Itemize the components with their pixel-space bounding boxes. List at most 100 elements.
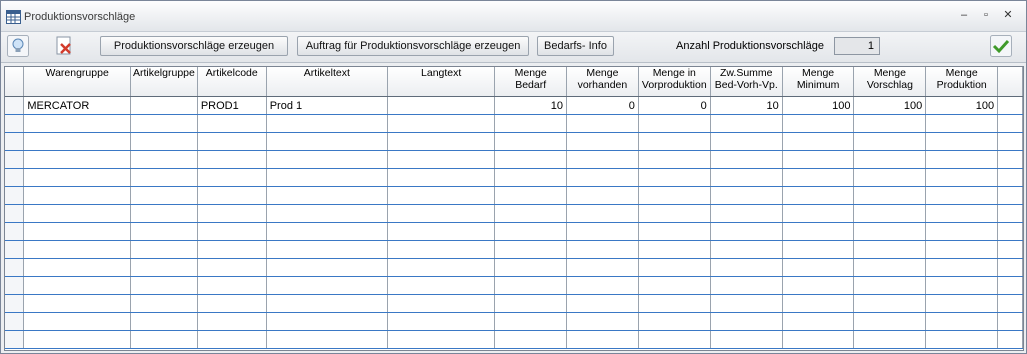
table-cell[interactable] bbox=[494, 240, 567, 259]
table-cell[interactable] bbox=[710, 276, 783, 295]
table-cell[interactable] bbox=[5, 96, 25, 115]
table-cell[interactable] bbox=[997, 204, 1023, 223]
table-row[interactable] bbox=[5, 330, 1023, 349]
table-cell[interactable] bbox=[638, 276, 711, 295]
table-cell[interactable] bbox=[638, 294, 711, 313]
column-header[interactable]: Menge Produktion bbox=[925, 67, 999, 97]
table-cell[interactable] bbox=[197, 168, 267, 187]
column-header[interactable]: Warengruppe bbox=[23, 67, 131, 97]
table-cell[interactable] bbox=[23, 330, 131, 349]
table-cell[interactable] bbox=[638, 150, 711, 169]
lightbulb-icon[interactable] bbox=[7, 35, 29, 57]
table-cell[interactable] bbox=[494, 186, 567, 205]
table-cell[interactable] bbox=[997, 276, 1023, 295]
table-cell[interactable]: 10 bbox=[494, 96, 567, 115]
table-cell[interactable] bbox=[5, 114, 25, 133]
table-cell[interactable] bbox=[494, 294, 567, 313]
table-cell[interactable] bbox=[23, 258, 131, 277]
table-cell[interactable] bbox=[997, 114, 1023, 133]
table-row[interactable] bbox=[5, 168, 1023, 187]
table-cell[interactable] bbox=[782, 312, 855, 331]
table-cell[interactable] bbox=[494, 258, 567, 277]
table-row[interactable] bbox=[5, 276, 1023, 295]
table-cell[interactable] bbox=[5, 294, 25, 313]
table-cell[interactable] bbox=[566, 312, 639, 331]
table-cell[interactable] bbox=[638, 114, 711, 133]
table-cell[interactable] bbox=[5, 132, 25, 151]
table-cell[interactable] bbox=[197, 312, 267, 331]
table-cell[interactable] bbox=[782, 276, 855, 295]
table-cell[interactable] bbox=[925, 204, 999, 223]
table-cell[interactable] bbox=[23, 186, 131, 205]
table-cell[interactable] bbox=[5, 312, 25, 331]
table-row[interactable] bbox=[5, 186, 1023, 205]
column-header[interactable]: Artikeltext bbox=[266, 67, 389, 97]
table-cell[interactable] bbox=[130, 222, 198, 241]
table-cell[interactable] bbox=[782, 294, 855, 313]
table-cell[interactable] bbox=[197, 114, 267, 133]
table-cell[interactable] bbox=[782, 132, 855, 151]
table-cell[interactable] bbox=[197, 222, 267, 241]
table-cell[interactable] bbox=[566, 276, 639, 295]
table-cell[interactable]: 0 bbox=[638, 96, 711, 115]
table-cell[interactable] bbox=[494, 204, 567, 223]
table-cell[interactable] bbox=[853, 312, 927, 331]
table-cell[interactable] bbox=[997, 240, 1023, 259]
table-cell[interactable] bbox=[853, 186, 927, 205]
table-cell[interactable] bbox=[997, 150, 1023, 169]
table-cell[interactable] bbox=[638, 132, 711, 151]
table-cell[interactable] bbox=[853, 330, 927, 349]
table-cell[interactable] bbox=[387, 114, 496, 133]
table-cell[interactable] bbox=[266, 204, 389, 223]
table-cell[interactable] bbox=[638, 222, 711, 241]
table-row[interactable]: MERCATOR PROD1 Prod 1 10 0 0 10 100 100 100 bbox=[5, 96, 1023, 115]
table-cell[interactable] bbox=[5, 276, 25, 295]
table-cell[interactable] bbox=[853, 294, 927, 313]
table-cell[interactable] bbox=[494, 312, 567, 331]
table-cell[interactable] bbox=[266, 114, 389, 133]
table-cell[interactable] bbox=[997, 294, 1023, 313]
minimize-icon[interactable]: – bbox=[955, 7, 973, 23]
table-cell[interactable] bbox=[566, 186, 639, 205]
table-cell[interactable] bbox=[387, 330, 496, 349]
table-cell[interactable]: 10 bbox=[710, 96, 783, 115]
table-cell[interactable]: 100 bbox=[853, 96, 927, 115]
table-cell[interactable] bbox=[23, 294, 131, 313]
table-cell[interactable]: MERCATOR bbox=[23, 96, 131, 115]
table-cell[interactable] bbox=[5, 240, 25, 259]
table-cell[interactable] bbox=[853, 204, 927, 223]
table-cell[interactable] bbox=[925, 132, 999, 151]
table-cell[interactable] bbox=[23, 222, 131, 241]
table-cell[interactable] bbox=[387, 312, 496, 331]
table-cell[interactable] bbox=[266, 330, 389, 349]
table-cell[interactable] bbox=[782, 186, 855, 205]
table-cell[interactable] bbox=[197, 132, 267, 151]
table-cell[interactable] bbox=[925, 222, 999, 241]
table-cell[interactable] bbox=[925, 168, 999, 187]
table-cell[interactable] bbox=[387, 96, 496, 115]
table-cell[interactable] bbox=[638, 168, 711, 187]
table-cell[interactable] bbox=[266, 240, 389, 259]
table-cell[interactable] bbox=[566, 168, 639, 187]
table-cell[interactable] bbox=[782, 258, 855, 277]
table-cell[interactable] bbox=[997, 330, 1023, 349]
table-cell[interactable] bbox=[997, 168, 1023, 187]
table-cell[interactable] bbox=[130, 150, 198, 169]
table-cell[interactable] bbox=[566, 258, 639, 277]
table-row[interactable] bbox=[5, 132, 1023, 151]
demand-info-button[interactable]: Bedarfs- Info bbox=[537, 36, 614, 56]
table-cell[interactable] bbox=[925, 312, 999, 331]
generate-proposals-button[interactable]: Produktionsvorschläge erzeugen bbox=[100, 36, 288, 56]
table-cell[interactable] bbox=[5, 186, 25, 205]
table-row[interactable] bbox=[5, 294, 1023, 313]
table-cell[interactable] bbox=[266, 276, 389, 295]
table-cell[interactable] bbox=[710, 330, 783, 349]
table-cell[interactable] bbox=[387, 276, 496, 295]
table-cell[interactable] bbox=[197, 150, 267, 169]
table-cell[interactable] bbox=[853, 276, 927, 295]
column-header[interactable]: Langtext bbox=[387, 67, 496, 97]
close-icon[interactable]: ✕ bbox=[999, 7, 1017, 23]
table-cell[interactable] bbox=[130, 96, 198, 115]
table-row[interactable] bbox=[5, 222, 1023, 241]
table-cell[interactable] bbox=[197, 276, 267, 295]
